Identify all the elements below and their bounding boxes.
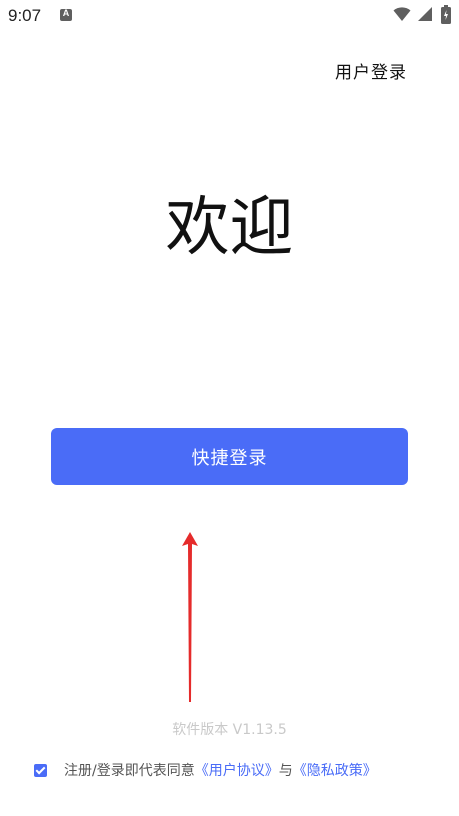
login-screen: 9:07 A 用户登录 欢迎 快捷登录 软件版本 V1.13.5 注册/登录即代… xyxy=(0,0,459,816)
privacy-policy-link[interactable]: 《隐私政策》 xyxy=(293,760,377,780)
signal-icon xyxy=(418,7,432,21)
agreement-conjunction: 与 xyxy=(278,763,293,779)
status-time: 9:07 xyxy=(8,6,42,25)
agreement-checkbox[interactable] xyxy=(34,763,47,777)
notification-icon-letter: A xyxy=(62,8,70,18)
battery-icon xyxy=(441,5,451,24)
welcome-title: 欢迎 xyxy=(165,191,294,265)
status-bar: 9:07 A xyxy=(0,0,459,32)
quick-login-button[interactable]: 快捷登录 xyxy=(51,428,408,485)
software-version: 软件版本 V1.13.5 xyxy=(172,722,287,738)
agreement-row: 注册/登录即代表同意 《用户协议》 与 《隐私政策》 xyxy=(34,760,377,780)
notification-icon: A xyxy=(60,8,72,21)
user-agreement-link[interactable]: 《用户协议》 xyxy=(195,760,279,780)
agreement-prefix: 注册/登录即代表同意 xyxy=(64,763,195,779)
red-arrow-annotation xyxy=(182,532,198,702)
user-login-link[interactable]: 用户登录 xyxy=(335,58,407,83)
wifi-icon xyxy=(393,7,411,21)
